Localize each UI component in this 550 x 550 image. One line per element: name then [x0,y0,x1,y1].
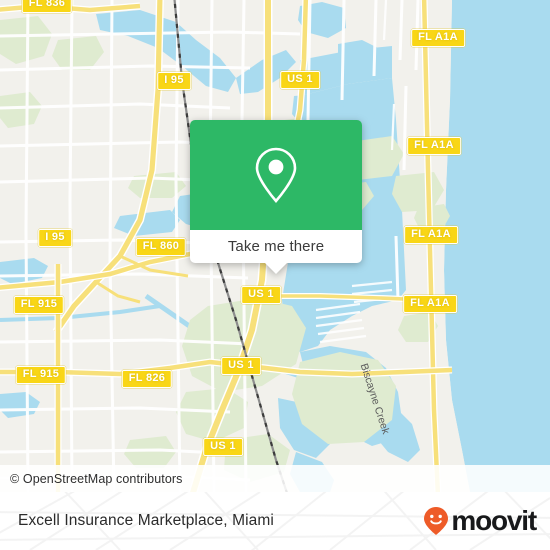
road-label-i95-1: I 95 [157,72,191,90]
map-pin-icon [255,147,297,203]
road-label-us1-3: US 1 [221,357,261,375]
callout-header [190,120,362,230]
road-label-fl826: FL 826 [121,370,173,388]
road-label-us1-2: US 1 [241,286,281,304]
callout-action[interactable]: Take me there [190,230,362,263]
moovit-logo[interactable]: moovit [423,505,537,536]
road-label-us1-1: US 1 [280,71,320,89]
road-label-fla1a-4: FL A1A [403,295,457,313]
take-me-there-callout[interactable]: Take me there [190,120,362,274]
road-label-fla1a-3: FL A1A [404,226,458,244]
road-label-fl915-1: FL 915 [13,296,65,314]
road-label-fl836: FL 836 [21,0,73,13]
footer-bar: Excell Insurance Marketplace, Miami moov… [0,492,550,550]
map-attribution-bar: © OpenStreetMap contributors [0,465,550,492]
moovit-pin-smiley-icon [424,507,449,535]
road-label-fl915-2: FL 915 [15,366,67,384]
road-label-fla1a-2: FL A1A [407,137,461,155]
osm-attribution-text: © OpenStreetMap contributors [10,471,183,486]
road-label-fla1a-1: FL A1A [411,29,465,47]
location-title: Excell Insurance Marketplace, Miami [18,512,274,529]
moovit-map-screenshot: FL 836 FL A1A I 95 US 1 FL A1A I 95 FL 8… [0,0,550,550]
moovit-wordmark: moovit [451,505,537,536]
road-label-i95-2: I 95 [38,229,72,247]
callout-pointer [265,263,287,274]
callout-action-label: Take me there [227,238,325,255]
road-label-fl860: FL 860 [135,238,187,256]
road-label-us1-4: US 1 [203,438,243,456]
